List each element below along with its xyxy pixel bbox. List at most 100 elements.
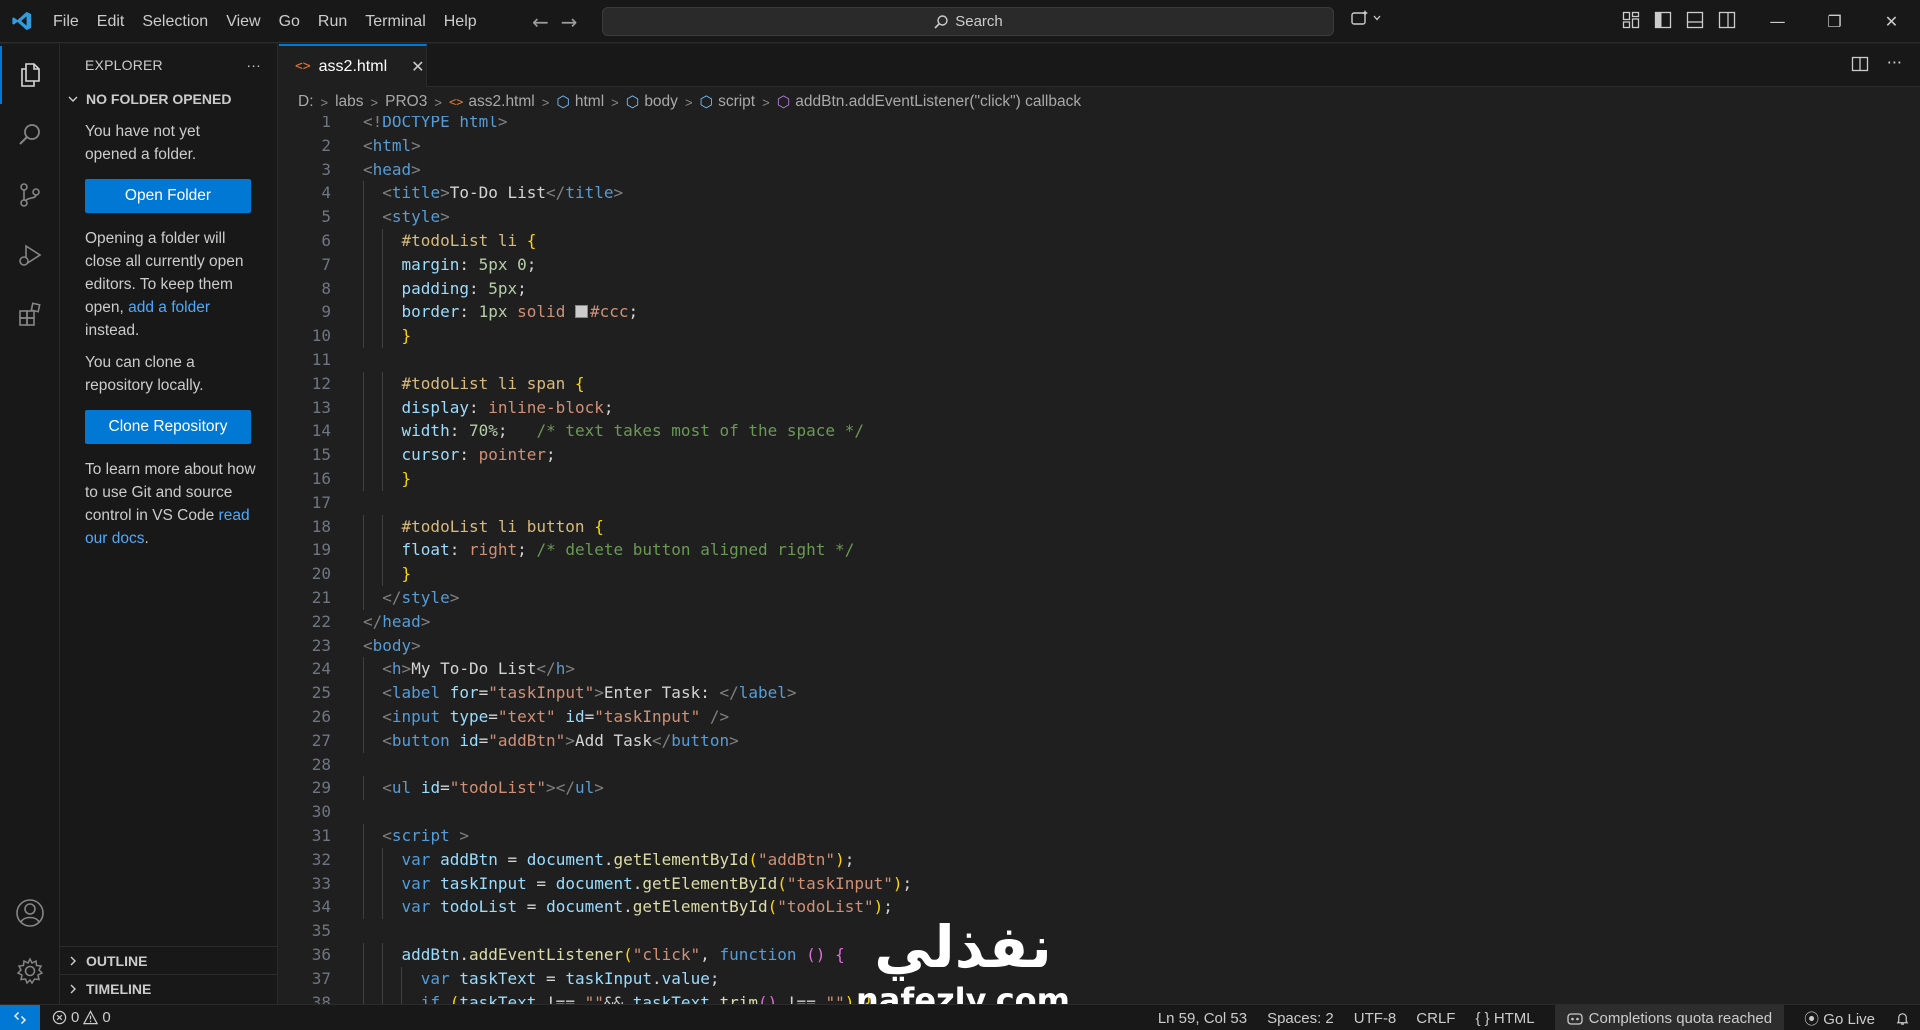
code-line[interactable]: 24 <h>My To-Do List</h> [279, 657, 1679, 682]
code-line[interactable]: 17 [279, 491, 1679, 515]
broadcast-icon: ⦿ [1804, 1010, 1820, 1028]
code-line[interactable]: 26 <input type="text" id="taskInput" /> [279, 705, 1679, 729]
menu-file[interactable]: File [44, 0, 88, 43]
customize-layout-icon[interactable] [1622, 11, 1640, 29]
timeline-section-header[interactable]: TIMELINE [60, 974, 278, 1002]
cursor-position[interactable]: Ln 59, Col 53 [1158, 1010, 1247, 1027]
search-view-icon[interactable] [0, 106, 60, 164]
code-line[interactable]: 11 [279, 348, 1679, 372]
quota-label: Completions quota reached [1588, 1009, 1773, 1027]
menu-run[interactable]: Run [309, 0, 356, 43]
language-mode[interactable]: { } HTML [1475, 1010, 1534, 1027]
back-arrow-icon[interactable]: ← [532, 10, 549, 34]
code-line[interactable]: 12 #todoList li span { [279, 371, 1679, 396]
code-line[interactable]: 6 #todoList li { [279, 229, 1679, 253]
toggle-primary-sidebar-icon[interactable] [1654, 11, 1672, 29]
add-folder-link[interactable]: add a folder [128, 299, 210, 316]
indentation[interactable]: Spaces: 2 [1267, 1010, 1334, 1027]
code-line[interactable]: 20 } [279, 562, 1679, 586]
copilot-quota-status[interactable]: Completions quota reached [1554, 1005, 1785, 1030]
run-and-debug-icon[interactable] [0, 226, 60, 284]
code-line[interactable]: 30 [279, 800, 1679, 824]
code-line[interactable]: 5 <style> [279, 205, 1679, 229]
breadcrumb-drive[interactable]: D: [298, 93, 314, 111]
extensions-icon[interactable] [0, 286, 60, 344]
code-text: } [401, 326, 412, 346]
code-line[interactable]: 8 padding: 5px; [279, 276, 1679, 301]
code-line[interactable]: 29 <ul id="todoList"></ul> [279, 776, 1679, 801]
breadcrumb-callback[interactable]: addBtn.addEventListener("click") callbac… [795, 93, 1081, 111]
code-line[interactable]: 3 <head> [279, 158, 1679, 182]
element-cube-icon: ⬡ [625, 93, 640, 111]
menu-view[interactable]: View [217, 0, 269, 43]
line-number: 6 [321, 231, 331, 250]
code-line[interactable]: 10 } [279, 324, 1679, 348]
menu-go[interactable]: Go [270, 0, 309, 43]
color-swatch[interactable] [574, 305, 588, 319]
code-line[interactable]: 4 <title>To-Do List</title> [279, 181, 1679, 206]
menu-terminal[interactable]: Terminal [356, 0, 434, 43]
outline-section-header[interactable]: OUTLINE [60, 946, 278, 974]
breadcrumb-pro3[interactable]: PRO3 [385, 93, 427, 111]
minimize-icon[interactable]: — [1749, 0, 1806, 43]
watermark-arabic: نفذلي [874, 913, 1052, 981]
settings-gear-icon[interactable] [0, 942, 60, 1000]
problems-indicator[interactable]: 0 0 [40, 1009, 111, 1026]
code-line[interactable]: 2 <html> [279, 134, 1679, 158]
code-line[interactable]: 1 <!DOCTYPE html> [279, 116, 1679, 134]
more-actions-icon[interactable]: ··· [246, 57, 261, 73]
code-line[interactable]: 28 [279, 753, 1679, 777]
code-line[interactable]: 14 width: 70%; /* text takes most of the… [279, 419, 1679, 444]
accounts-icon[interactable] [0, 884, 60, 942]
breadcrumb-script[interactable]: script [718, 93, 755, 111]
code-line[interactable]: 23 <body> [279, 634, 1679, 658]
tab-ass2-html[interactable]: <> ass2.html ✕ [279, 44, 427, 87]
line-number: 35 [311, 921, 331, 941]
menu-edit[interactable]: Edit [88, 0, 134, 43]
code-line[interactable]: 32 var addBtn = document.getElementById(… [279, 847, 1679, 872]
title-bar: File Edit Selection View Go Run Terminal… [0, 0, 1920, 43]
code-line[interactable]: 31 <script > [279, 824, 1679, 848]
editor-more-icon[interactable]: ··· [1887, 55, 1902, 73]
close-window-icon[interactable]: ✕ [1863, 0, 1920, 43]
code-line[interactable]: 19 float: right; /* delete button aligne… [279, 538, 1679, 563]
copilot-button[interactable] [1350, 9, 1382, 27]
toggle-secondary-sidebar-icon[interactable] [1718, 11, 1736, 29]
no-folder-section-header[interactable]: NO FOLDER OPENED [60, 86, 277, 112]
code-line[interactable]: 27 <button id="addBtn">Add Task</button> [279, 728, 1679, 753]
tab-close-icon[interactable]: ✕ [411, 57, 424, 77]
code-text: } [401, 564, 412, 584]
breadcrumb-html[interactable]: html [575, 93, 604, 111]
breadcrumb-body[interactable]: body [644, 93, 678, 111]
breadcrumb-labs[interactable]: labs [335, 93, 363, 111]
explorer-icon[interactable] [0, 46, 60, 104]
code-line[interactable]: 22 </head> [279, 610, 1679, 634]
menu-selection[interactable]: Selection [133, 0, 217, 43]
remote-indicator-icon[interactable] [0, 1004, 40, 1030]
source-control-icon[interactable] [0, 166, 60, 224]
code-editor[interactable]: 1 <!DOCTYPE html> 2 <html> 3 <head> 4 <title>T… [279, 116, 1920, 1004]
end-of-line[interactable]: CRLF [1416, 1010, 1455, 1027]
copilot-sparkle-icon [1351, 10, 1368, 25]
go-live-button[interactable]: ⦿ Go Live [1804, 1008, 1875, 1029]
code-line[interactable]: 9 border: 1px solid #ccc; [279, 300, 1679, 325]
code-line[interactable]: 18 #todoList li button { [279, 514, 1679, 539]
code-line[interactable]: 15 cursor: pointer; [279, 443, 1679, 467]
code-line[interactable]: 33 var taskInput = document.getElementBy… [279, 871, 1679, 896]
encoding[interactable]: UTF-8 [1354, 1010, 1397, 1027]
menu-help[interactable]: Help [435, 0, 486, 43]
code-line[interactable]: 13 display: inline-block; [279, 395, 1679, 420]
toggle-panel-icon[interactable] [1686, 11, 1704, 29]
code-line[interactable]: 7 margin: 5px 0; [279, 252, 1679, 277]
code-line[interactable]: 25 <label for="taskInput">Enter Task: </… [279, 681, 1679, 705]
clone-repository-button[interactable]: Clone Repository [85, 410, 251, 444]
command-center-search[interactable]: Search [602, 7, 1334, 36]
code-line[interactable]: 16 } [279, 467, 1679, 491]
split-editor-icon[interactable] [1851, 55, 1869, 73]
forward-arrow-icon[interactable]: → [561, 10, 578, 34]
restore-icon[interactable]: ❐ [1806, 0, 1863, 43]
code-line[interactable]: 21 </style> [279, 586, 1679, 610]
open-folder-button[interactable]: Open Folder [85, 179, 251, 213]
breadcrumb-file[interactable]: ass2.html [468, 93, 534, 111]
bell-icon[interactable] [1895, 1011, 1910, 1026]
